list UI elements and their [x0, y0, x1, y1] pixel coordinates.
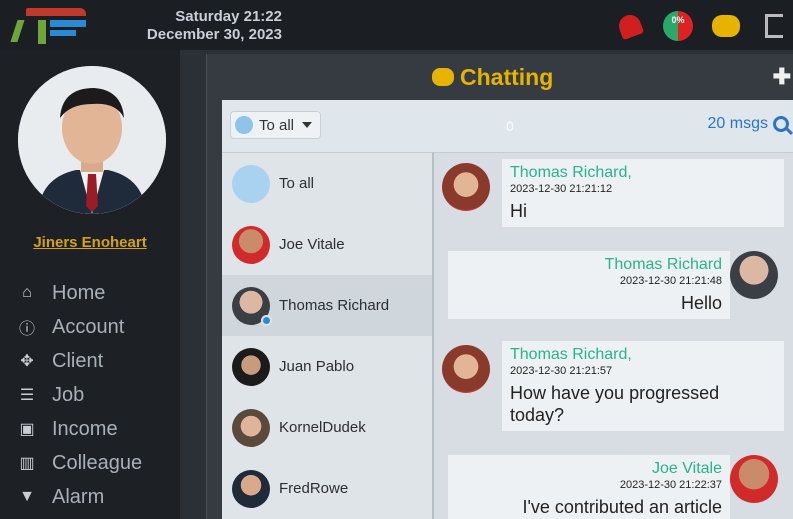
contact-item[interactable]: To all [222, 153, 432, 214]
sender-name[interactable]: Thomas Richard, [510, 164, 776, 182]
nav-item-income[interactable]: ▣ Income [16, 412, 180, 446]
home-icon: ⌂ [22, 284, 32, 301]
contact-item[interactable]: KornelDudek [222, 397, 432, 458]
contact-item[interactable]: Juan Pablo [222, 336, 432, 397]
nav-label: Colleague [52, 451, 143, 474]
recipient-select[interactable]: To all [230, 111, 322, 139]
user-name-link[interactable]: Jiners Enoheart [0, 234, 180, 251]
sidebar: Jiners Enoheart ⌂ Home ⓘ Account ✥ Client ☰… [0, 50, 180, 519]
nav-label: Client [52, 349, 104, 372]
message-time: 2023-12-30 21:21:12 [510, 183, 613, 195]
contact-name: KornelDudek [279, 419, 366, 436]
nav-item-home[interactable]: ⌂ Home [16, 276, 180, 310]
message-item: Thomas Richard, 2023-12-30 21:21:12 Hi [434, 159, 784, 241]
megaphone-icon: ▼ [19, 488, 35, 505]
nav-label: Home [52, 281, 106, 304]
progress-pie-icon[interactable]: 0% [663, 11, 693, 41]
contact-name: To all [279, 175, 315, 192]
progress-percent: 0% [671, 15, 685, 25]
nav-item-alarm[interactable]: ▼ Alarm [16, 480, 180, 514]
message-time: 2023-12-30 21:21:48 [619, 275, 722, 287]
contact-name: Thomas Richard [279, 297, 390, 314]
avatar [232, 286, 272, 326]
msgs-filter[interactable]: 20 msgs [708, 115, 789, 133]
contact-list: To all Joe Vitale Thomas Richard Juan Pa… [222, 153, 434, 519]
recipient-value: To all [259, 116, 295, 134]
avatar [442, 163, 490, 211]
nav-item-client[interactable]: ✥ Client [16, 344, 180, 378]
message-text: How have you progressed today? [510, 383, 720, 425]
avatar [730, 455, 778, 503]
msgs-label: 20 msgs [707, 115, 768, 132]
nav-label: Alarm [52, 485, 105, 508]
chat-toolbar: To all 0 20 msgs [222, 100, 793, 153]
message-bubble: Thomas Richard 2023-12-30 21:21:48 Hello [448, 251, 730, 319]
info-icon: ⓘ [18, 321, 35, 338]
avatar [442, 345, 490, 393]
nav-label: Job [52, 383, 85, 406]
chat-modal: Chatting ✚ To all 0 20 msgs To all Joe V… [222, 56, 793, 519]
nav-label: Account [52, 315, 125, 338]
message-item: Joe Vitale 2023-12-30 21:22:37 I've cont… [434, 455, 778, 519]
contact-item[interactable]: Thomas Richard [222, 275, 432, 336]
message-bubble: Thomas Richard, 2023-12-30 21:21:57 How … [502, 341, 784, 431]
to-all-avatar [232, 164, 270, 203]
avatar [232, 469, 270, 508]
day-time-text: Saturday 21:22 [175, 8, 282, 25]
notification-bell-icon[interactable] [615, 11, 645, 41]
contact-name: Juan Pablo [279, 358, 355, 375]
user-group-icon [235, 116, 253, 134]
avatar [232, 408, 270, 447]
nav-item-colleague[interactable]: ▥ Colleague [16, 446, 180, 480]
date-time: Saturday 21:22 December 30, 2023 [112, 8, 282, 44]
message-time: 2023-12-30 21:22:37 [619, 479, 722, 491]
top-icons: 0% [615, 8, 793, 44]
sender-name[interactable]: Joe Vitale [456, 460, 722, 478]
colleague-icon: ▥ [19, 455, 35, 472]
message-count: 0 [506, 118, 514, 134]
close-icon[interactable]: ✚ [773, 64, 791, 90]
message-text: Hi [510, 201, 527, 221]
money-icon: ▣ [19, 421, 35, 438]
message-item: Thomas Richard 2023-12-30 21:21:48 Hello [434, 251, 778, 331]
avatar [730, 251, 778, 299]
message-list: Thomas Richard, 2023-12-30 21:21:12 Hi T… [434, 153, 793, 519]
nav-item-account[interactable]: ⓘ Account [16, 310, 180, 344]
caret-down-icon [302, 122, 313, 128]
avatar [232, 225, 270, 264]
avatar [232, 347, 270, 386]
message-bubble: Thomas Richard, 2023-12-30 21:21:12 Hi [502, 159, 784, 227]
contact-item[interactable]: Joe Vitale [222, 214, 432, 275]
message-text: Hello [680, 293, 722, 313]
contact-name: FredRowe [279, 480, 349, 497]
chat-title: Chatting [432, 62, 553, 92]
user-avatar[interactable] [18, 66, 166, 214]
sender-name[interactable]: Thomas Richard, [510, 346, 776, 364]
date-text: December 30, 2023 [146, 26, 282, 43]
search-icon [773, 116, 789, 132]
sender-name[interactable]: Thomas Richard [456, 256, 722, 274]
top-bar: Saturday 21:22 December 30, 2023 0% [0, 0, 793, 50]
list-icon: ☰ [19, 387, 35, 404]
contact-name: Joe Vitale [279, 236, 345, 253]
message-item: Thomas Richard, 2023-12-30 21:21:57 How … [434, 341, 784, 441]
logout-icon[interactable] [759, 11, 789, 41]
nav-label: Income [52, 417, 118, 440]
chat-bubble-icon [432, 68, 454, 86]
main-nav: ⌂ Home ⓘ Account ✥ Client ☰ Job ▣ Income ▥ Col… [16, 276, 180, 514]
chat-icon[interactable] [711, 11, 741, 41]
online-status-dot [261, 314, 272, 326]
crosshair-icon: ✥ [20, 353, 34, 370]
nav-item-job[interactable]: ☰ Job [16, 378, 180, 412]
app-logo[interactable] [8, 8, 98, 44]
message-text: I've contributed an article [522, 497, 722, 517]
message-time: 2023-12-30 21:21:57 [510, 365, 613, 377]
chat-title-text: Chatting [460, 63, 554, 90]
contact-item[interactable]: FredRowe [222, 458, 432, 519]
message-bubble: Joe Vitale 2023-12-30 21:22:37 I've cont… [448, 455, 730, 519]
